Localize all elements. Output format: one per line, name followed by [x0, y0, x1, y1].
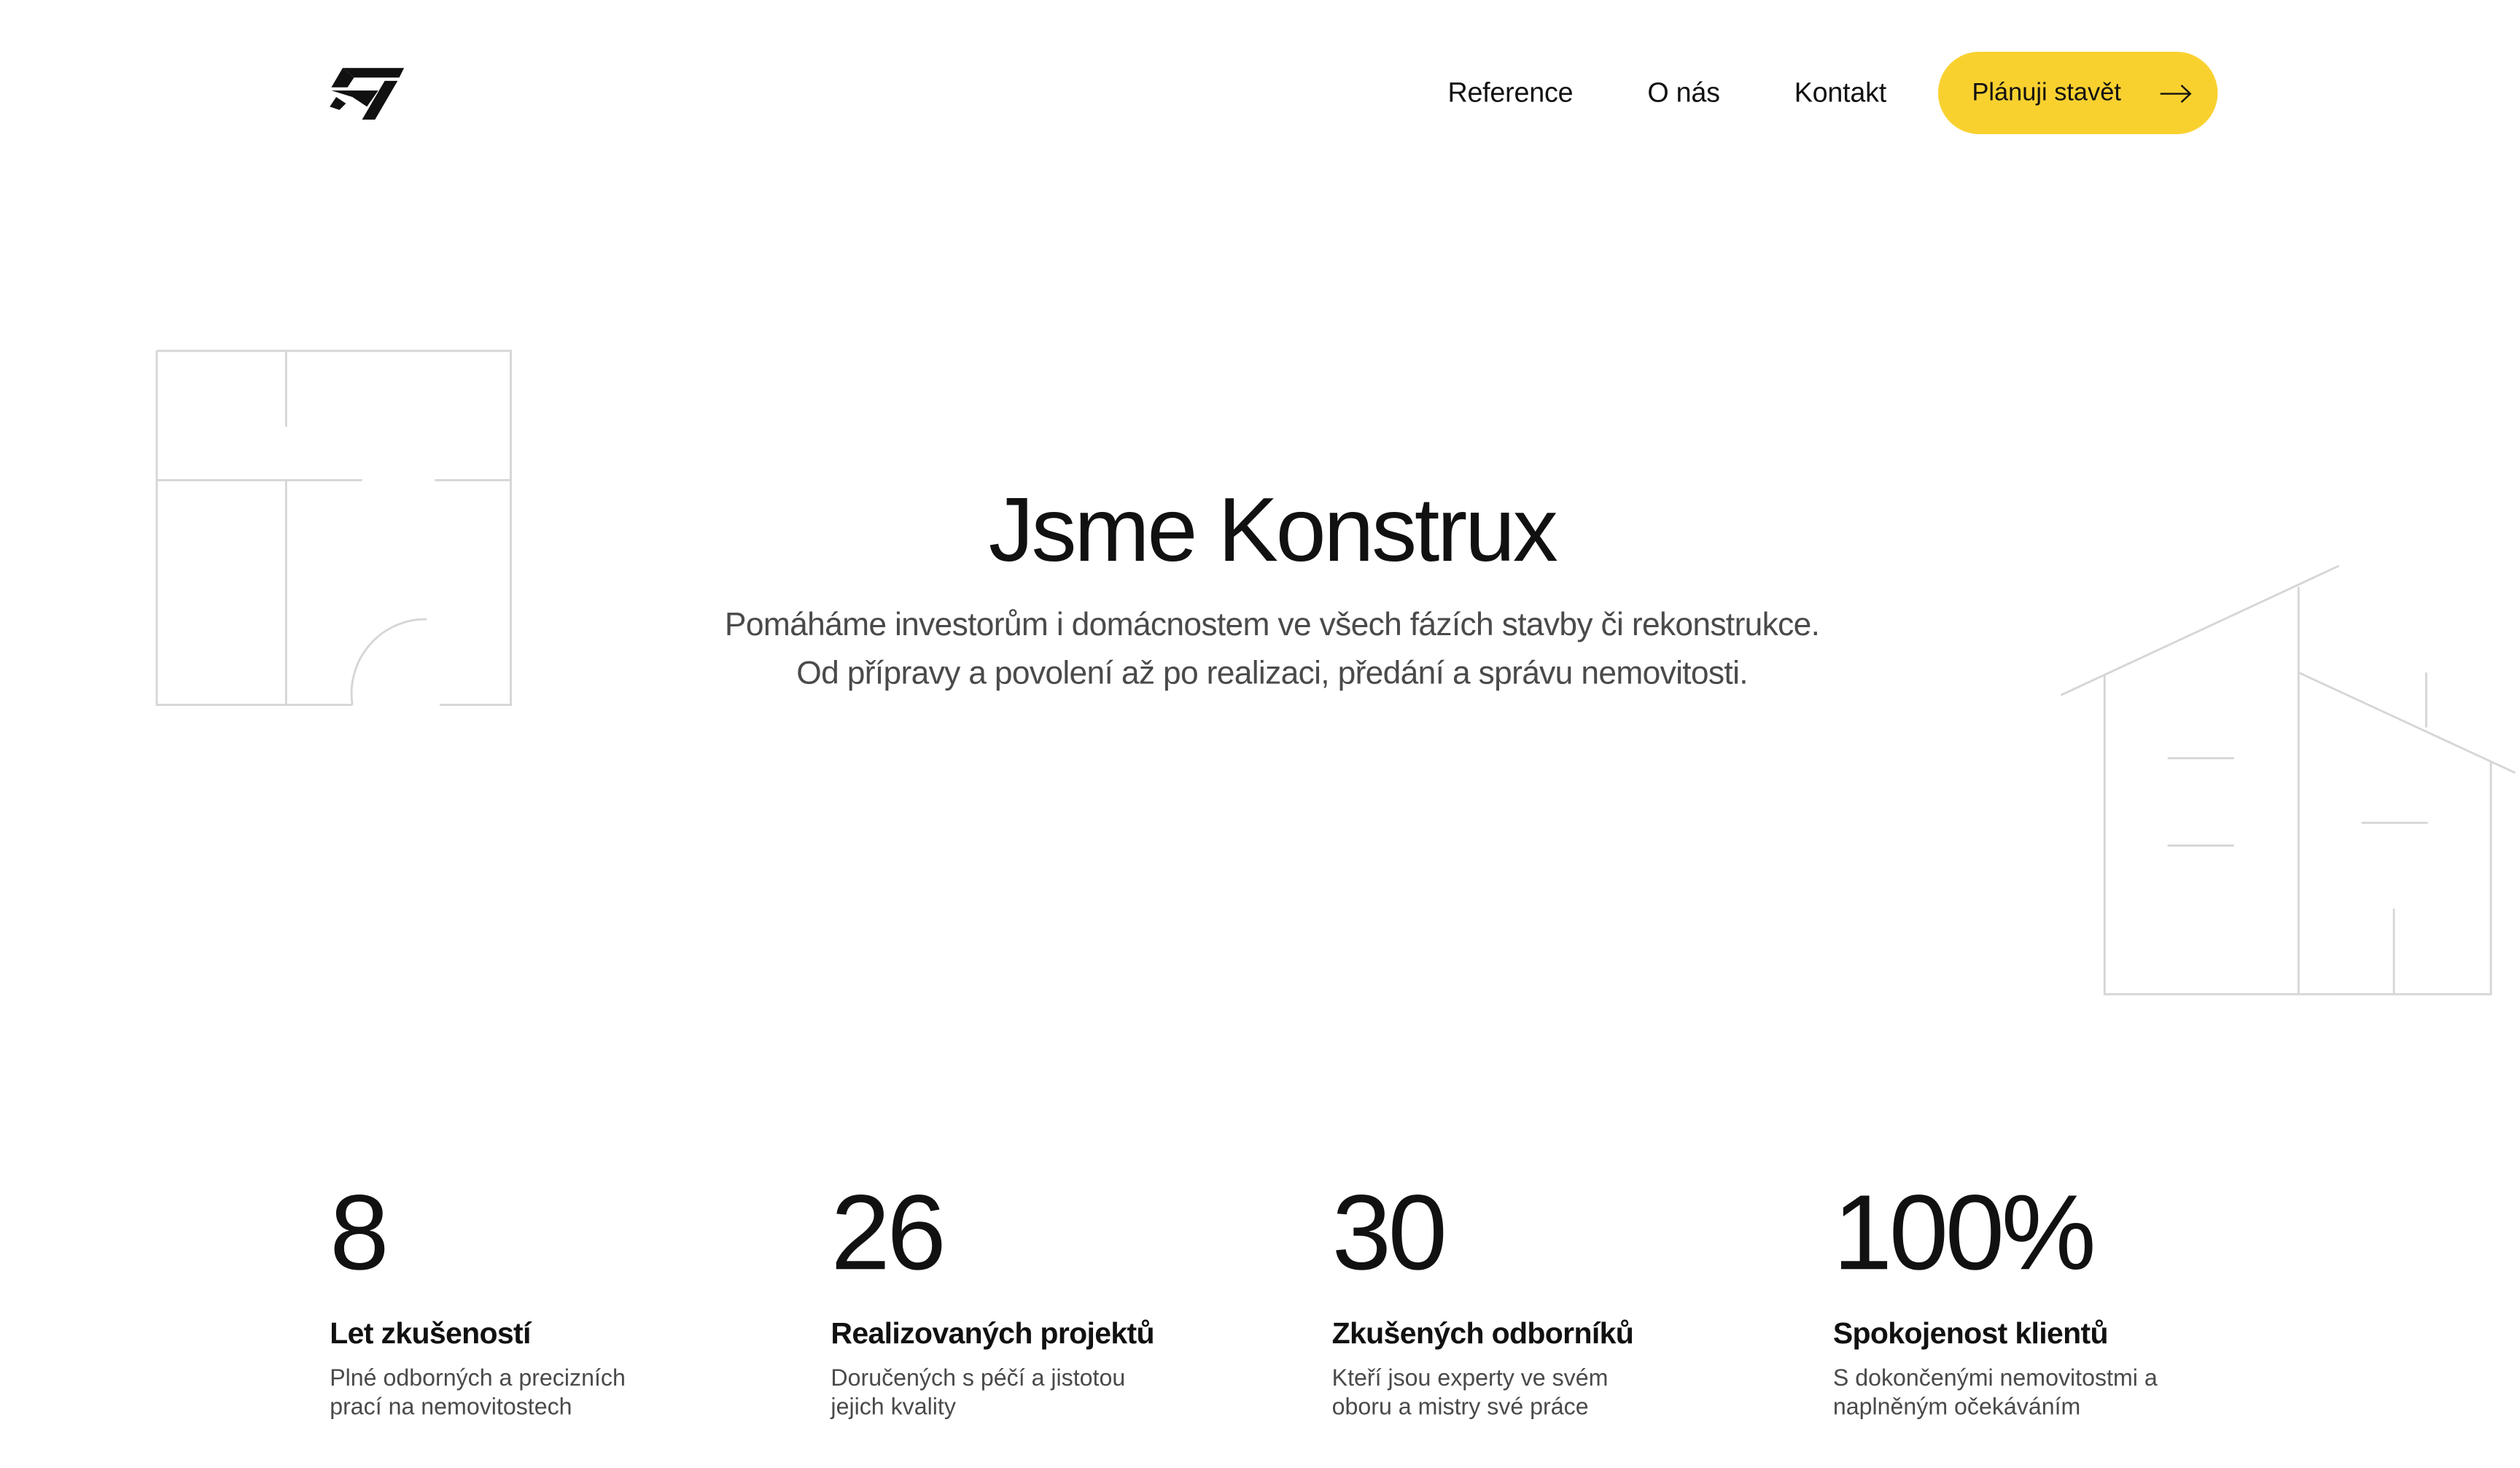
nav-link-reference[interactable]: Reference	[1447, 77, 1573, 109]
plan-build-button[interactable]: Plánuji stavět	[1937, 51, 2218, 134]
hero-subtitle-line-1: Pomáháme investorům i domácnostem ve vše…	[724, 607, 1820, 644]
stat-title: Let zkušeností	[330, 1316, 531, 1351]
stat-value: 8	[330, 1172, 389, 1292]
stat-value: 100%	[1832, 1172, 2096, 1292]
stat-title: Spokojenost klientů	[1832, 1316, 2109, 1351]
page: Reference O nás Kontakt Plánuji stavět J…	[0, 0, 2520, 1468]
stat-title: Realizovaných projektů	[831, 1316, 1154, 1351]
konstrux-logo-icon[interactable]	[330, 68, 405, 120]
stat-item-experts: 30 Zkušených odborníků Kteří jsou expert…	[1332, 1170, 1833, 1423]
hero-title: Jsme Konstrux	[988, 478, 1558, 580]
plan-build-label: Plánuji stavět	[1972, 78, 2121, 106]
stat-item-experience: 8 Let zkušeností Plné odborných a preciz…	[330, 1170, 831, 1423]
main-nav: Reference O nás Kontakt Plánuji stavět	[1447, 51, 2218, 134]
stat-value: 26	[831, 1172, 946, 1292]
stat-item-projects: 26 Realizovaných projektů Doručených s p…	[831, 1170, 1331, 1423]
stat-item-satisfaction: 100% Spokojenost klientů S dokončenými n…	[1833, 1170, 2334, 1423]
stat-description: Plné odborných a precizních prací na nem…	[330, 1366, 626, 1421]
hero-subtitle-line-2: Od přípravy a povolení až po realizaci, …	[796, 656, 1748, 692]
stat-description: Doručených s péčí a jistotou jejich kval…	[831, 1366, 1126, 1421]
stats-section: 8 Let zkušeností Plné odborných a preciz…	[330, 1170, 2334, 1423]
stat-value: 30	[1331, 1172, 1447, 1292]
stat-title: Zkušených odborníků	[1331, 1316, 1634, 1351]
stat-description: S dokončenými nemovitostmi a naplněným o…	[1832, 1366, 2158, 1421]
hero-subtitle: Pomáháme investorům i domácnostem ve vše…	[0, 602, 2520, 699]
stat-description: Kteří jsou experty ve svém oboru a mistr…	[1331, 1366, 1609, 1421]
nav-link-contact[interactable]: Kontakt	[1794, 77, 1886, 109]
hero-section: Jsme Konstrux Pomáháme investorům i domá…	[0, 472, 2520, 698]
arrow-right-icon	[2160, 84, 2192, 102]
nav-link-about[interactable]: O nás	[1647, 77, 1720, 109]
